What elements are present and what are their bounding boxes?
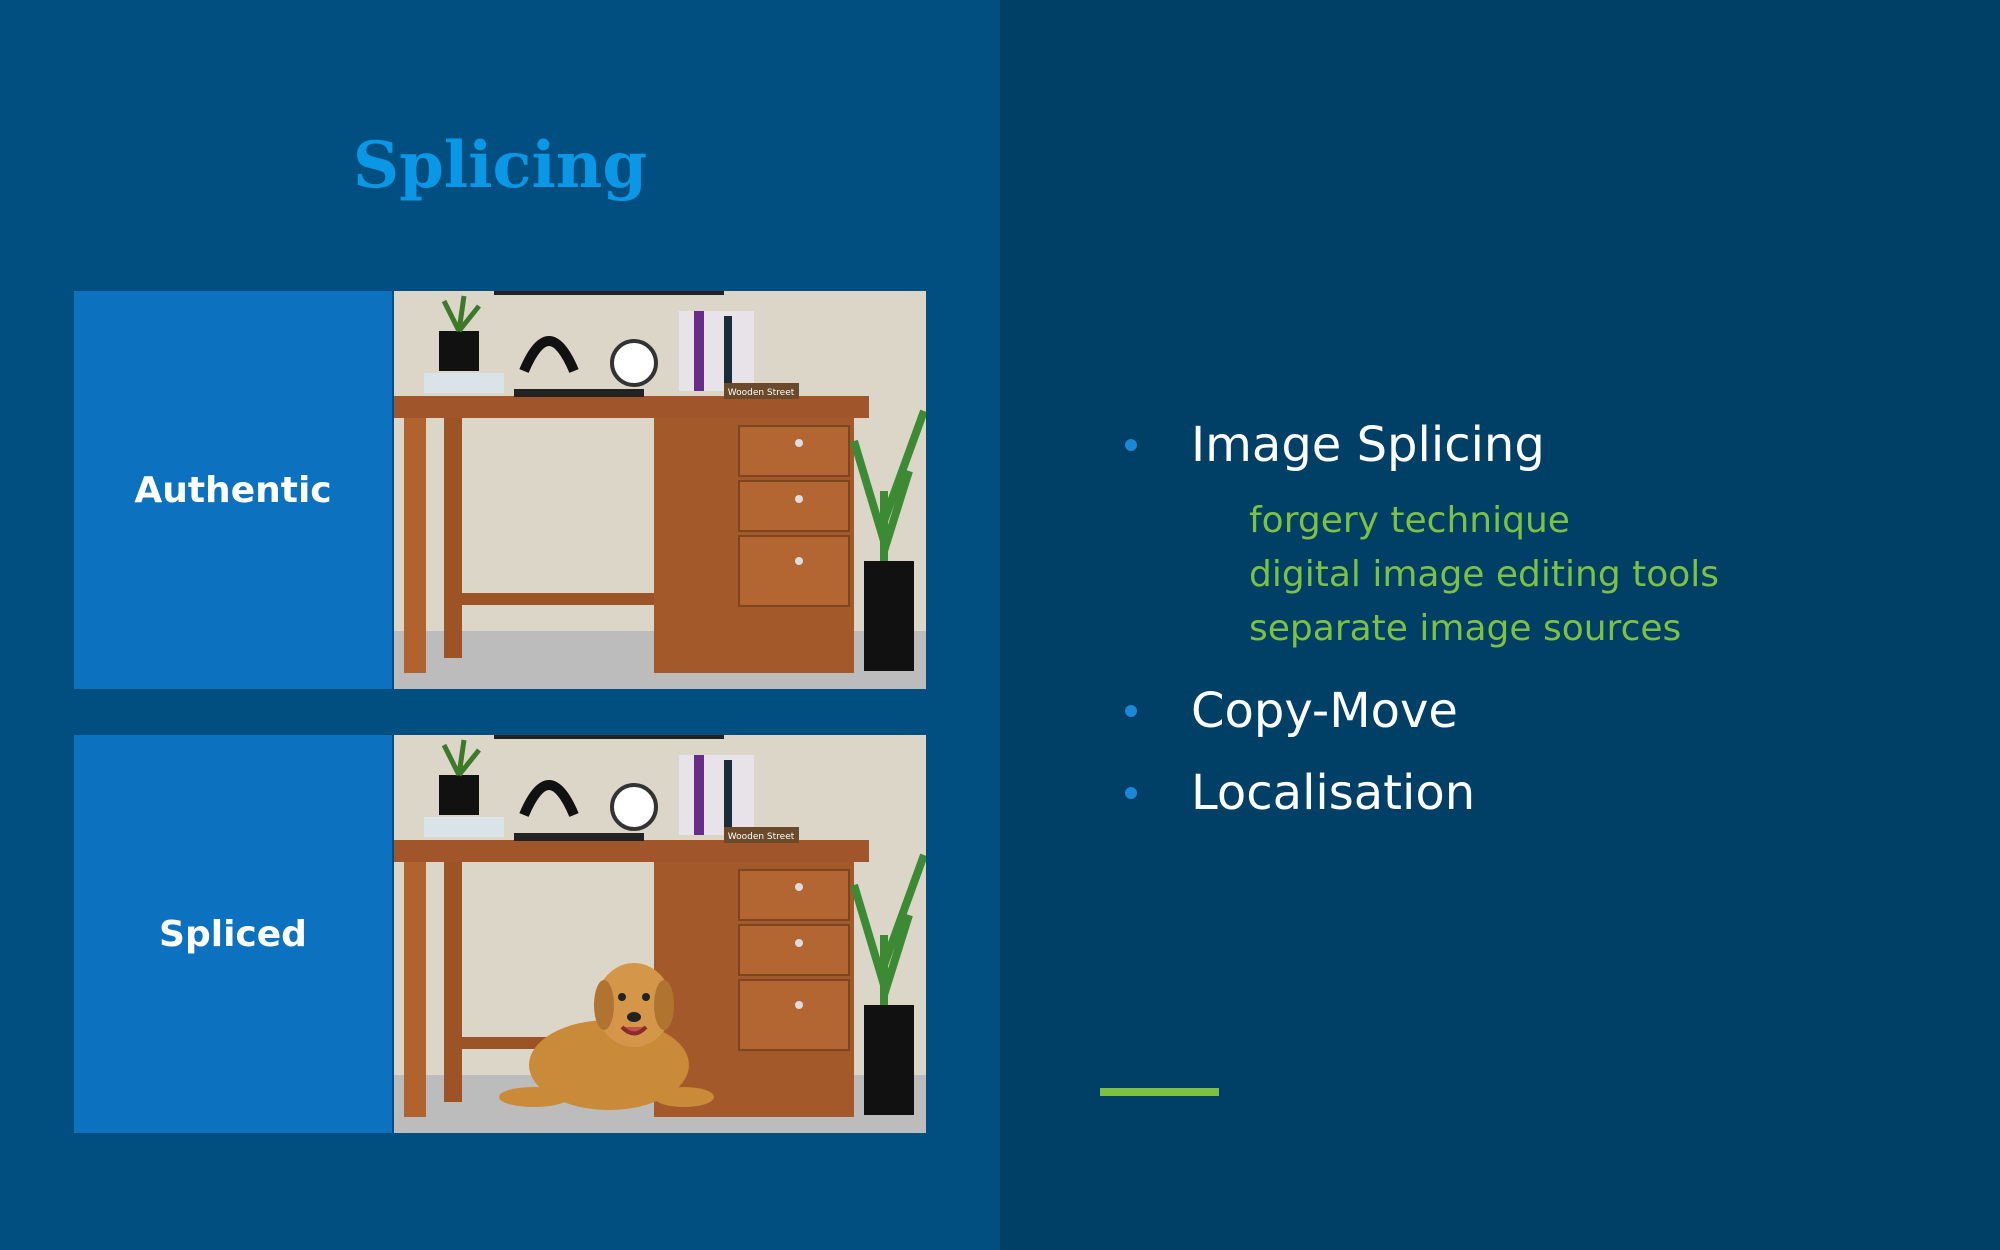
authentic-desk-photo: Wooden Street bbox=[394, 291, 926, 689]
bullet-dot-icon bbox=[1125, 787, 1137, 799]
bullet-text: Image Splicing bbox=[1191, 417, 1545, 473]
sub-bullet-item: forgery technique bbox=[1249, 500, 1570, 541]
sub-bullet-list: forgery technique digital image editing … bbox=[1125, 494, 1925, 656]
spliced-label-box: Spliced bbox=[74, 735, 392, 1133]
bullet-localisation: Localisation bbox=[1125, 758, 1925, 828]
slide-title: Splicing bbox=[352, 128, 648, 203]
spliced-desk-photo: Wooden Street bbox=[394, 735, 926, 1133]
example-authentic: Authentic Wooden Street bbox=[74, 291, 926, 689]
desk-sign-text: Wooden Street bbox=[728, 388, 795, 398]
bullet-image-splicing: Image Splicing bbox=[1125, 410, 1925, 480]
desk-sign-text-spliced: Wooden Street bbox=[728, 832, 795, 842]
bullet-text: Copy-Move bbox=[1191, 683, 1458, 739]
authentic-label-box: Authentic bbox=[74, 291, 392, 689]
bullet-dot-icon bbox=[1125, 439, 1137, 451]
bullet-dot-icon bbox=[1125, 705, 1137, 717]
accent-line bbox=[1100, 1088, 1219, 1096]
spliced-label: Spliced bbox=[159, 913, 307, 955]
sub-bullet-item: digital image editing tools bbox=[1249, 554, 1720, 595]
bullet-copy-move: Copy-Move bbox=[1125, 676, 1925, 746]
bullet-list: Image Splicing forgery technique digital… bbox=[1125, 410, 1925, 828]
authentic-label: Authentic bbox=[134, 469, 332, 511]
sub-bullet-item: separate image sources bbox=[1249, 608, 1682, 649]
example-spliced: Spliced Wooden Street bbox=[74, 735, 926, 1133]
bullet-text: Localisation bbox=[1191, 765, 1476, 821]
